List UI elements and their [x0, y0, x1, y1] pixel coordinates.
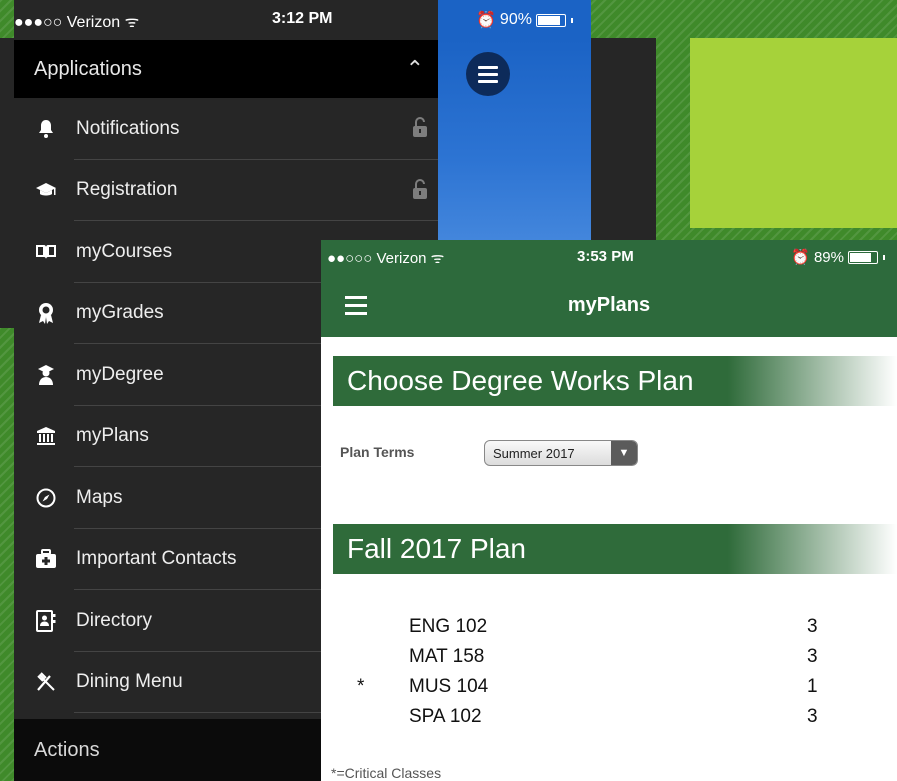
battery-percent-2: 89%	[813, 248, 844, 266]
first-aid-kit-icon	[16, 549, 76, 569]
menu-item-notifications[interactable]: Notifications	[14, 98, 438, 160]
background-app-screen	[438, 40, 591, 240]
alarm-icon: ⏰	[791, 249, 810, 266]
course-row: * MUS 104 1	[321, 672, 897, 702]
battery-icon	[535, 13, 566, 27]
status-bar-2: ●●○○○ Verizon ᯤ 3:53 PM ⏰ 89%	[321, 240, 897, 274]
course-credits: 3	[807, 616, 818, 637]
choose-plan-section-header: Choose Degree Works Plan	[333, 356, 897, 406]
plan-terms-label: Plan Terms	[340, 444, 415, 460]
graduation-cap-icon	[16, 181, 76, 199]
status-time: 3:12 PM	[272, 10, 333, 27]
menu-item-label: Notifications	[76, 117, 180, 139]
critical-marker: *	[357, 676, 365, 697]
course-credits: 3	[807, 706, 818, 727]
menu-item-registration[interactable]: Registration	[14, 160, 438, 222]
institution-icon	[16, 426, 76, 446]
course-code: ENG 102	[409, 616, 488, 637]
lock-icon	[412, 178, 428, 200]
status-bar: ●●●○○ Verizon ᯤ 3:12 PM ⏰ 90%	[14, 0, 591, 40]
course-code: SPA 102	[409, 706, 482, 727]
course-row: SPA 102 3	[321, 702, 897, 732]
carrier-signal: ●●●○○ Verizon ᯤ	[14, 14, 140, 31]
book-icon	[16, 243, 76, 261]
battery-icon	[848, 250, 878, 264]
fork-knife-icon	[16, 671, 76, 693]
address-book-icon	[16, 609, 76, 632]
navigation-bar: myPlans	[321, 274, 897, 337]
battery-percent: 90%	[499, 11, 532, 28]
graduate-person-icon	[16, 364, 76, 386]
course-credits: 1	[807, 676, 818, 697]
right-phone-screenshot: ●●○○○ Verizon ᯤ 3:53 PM ⏰ 89% myPlans Ch…	[321, 240, 897, 781]
chevron-up-icon[interactable]: ⌃	[406, 56, 424, 82]
wifi-icon: ᯤ	[430, 250, 445, 267]
course-credits: 3	[807, 646, 818, 667]
page-title: myPlans	[567, 294, 651, 316]
course-code: MUS 104	[409, 676, 489, 697]
applications-header-label: Applications	[34, 57, 142, 80]
bell-icon	[16, 119, 76, 139]
plan-terms-value: Summer 2017	[493, 445, 575, 461]
dropdown-arrow-icon[interactable]: ▼	[611, 441, 637, 465]
carrier-signal-2: ●●○○○ Verizon ᯤ	[327, 250, 445, 267]
award-ribbon-icon	[16, 302, 76, 325]
compass-icon	[16, 488, 76, 508]
course-code: MAT 158	[409, 646, 485, 667]
footnote: *=Critical Classes	[331, 765, 442, 781]
applications-section-header[interactable]: Applications ⌃	[14, 40, 438, 98]
course-row: ENG 102 3	[321, 612, 897, 642]
fall-plan-section-header: Fall 2017 Plan	[333, 524, 897, 574]
hamburger-menu-button[interactable]	[466, 52, 510, 96]
plan-terms-select[interactable]: Summer 2017 ▼	[484, 440, 638, 466]
wifi-icon: ᯤ	[124, 14, 140, 31]
alarm-icon: ⏰	[476, 12, 496, 29]
status-time-2: 3:53 PM	[577, 248, 634, 265]
menu-item-label: Registration	[76, 179, 178, 201]
lock-icon	[412, 116, 428, 138]
course-row: MAT 158 3	[321, 642, 897, 672]
actions-header-label: Actions	[34, 738, 100, 761]
background-lime-panel	[690, 38, 897, 228]
